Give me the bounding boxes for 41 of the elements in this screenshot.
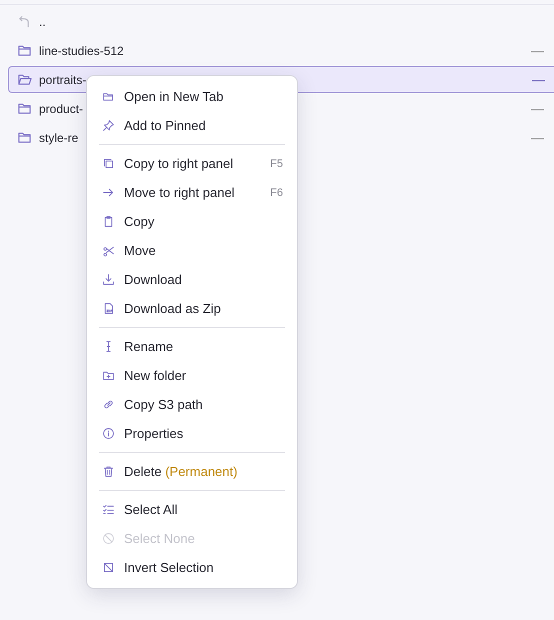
copy-icon: [102, 157, 115, 170]
menu-item[interactable]: Delete (Permanent): [87, 457, 297, 486]
menu-item[interactable]: Move to right panel F6: [87, 178, 297, 207]
menu-item[interactable]: Move: [87, 236, 297, 265]
link-icon: [102, 398, 115, 411]
menu-item[interactable]: Properties: [87, 419, 297, 448]
prohibited-icon: [102, 532, 115, 545]
menu-item[interactable]: Add to Pinned: [87, 111, 297, 140]
size-cell-text: —: [531, 101, 545, 116]
invert-selection-icon: [102, 561, 115, 574]
file-name: product-: [39, 102, 84, 116]
new-folder-icon: [102, 369, 115, 382]
menu-item[interactable]: Download as Zip: [87, 294, 297, 323]
size-cell-text: —: [531, 130, 545, 145]
info-icon: [102, 427, 115, 440]
menu-item[interactable]: Open in New Tab: [87, 82, 297, 111]
menu-item[interactable]: Select All: [87, 495, 297, 524]
menu-item[interactable]: Copy S3 path: [87, 390, 297, 419]
size-cell-text: —: [532, 72, 546, 87]
file-name: ..: [39, 14, 46, 28]
scissors-icon: [102, 244, 115, 257]
trash-icon: [102, 465, 115, 478]
file-name: line-studies-512: [39, 44, 124, 58]
menu-item[interactable]: New folder: [87, 361, 297, 390]
folder-icon: [102, 90, 115, 103]
menu-item[interactable]: Copy: [87, 207, 297, 236]
clipboard-icon: [102, 215, 115, 228]
file-name: portraits-: [39, 72, 86, 86]
file-name: style-re: [39, 130, 78, 144]
menu-item[interactable]: Invert Selection: [87, 553, 297, 582]
menu-item[interactable]: Copy to right panel F5: [87, 149, 297, 178]
size-cell-text: —: [531, 43, 545, 58]
zip-file-icon: [102, 302, 115, 315]
menu-item[interactable]: Rename: [87, 332, 297, 361]
checklist-icon: [102, 503, 115, 516]
arrow-icon: [102, 186, 115, 199]
download-icon: [102, 273, 115, 286]
pin-icon: [102, 119, 115, 132]
menu-item[interactable]: Download: [87, 265, 297, 294]
shortcut-label: F5: [270, 158, 283, 170]
shortcut-label: F6: [270, 186, 283, 198]
